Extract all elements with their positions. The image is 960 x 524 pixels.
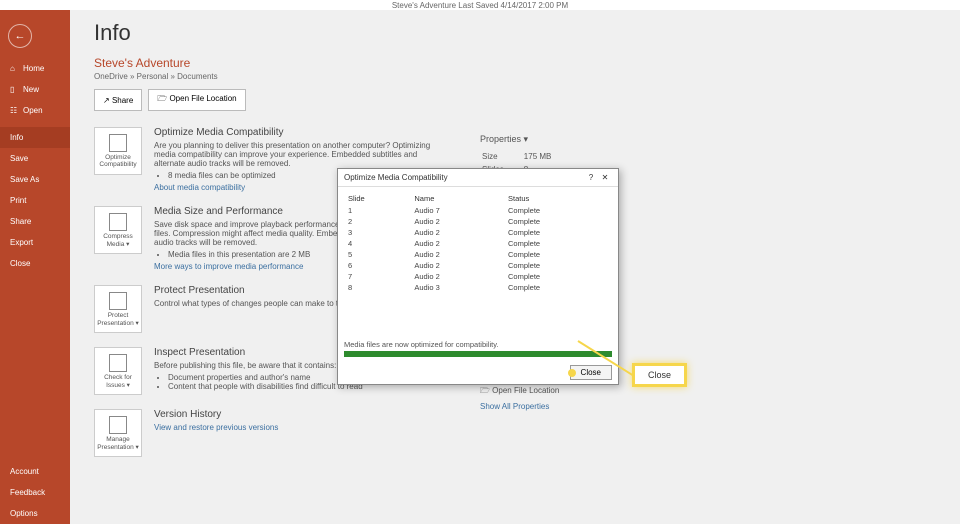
table-row: 2Audio 2Complete bbox=[346, 217, 610, 226]
nav-label: Save bbox=[10, 154, 28, 163]
nav-label: Print bbox=[10, 196, 26, 205]
optimize-dialog: Optimize Media Compatibility ? ✕ Slide N… bbox=[337, 168, 619, 385]
tile-label: Check for Issues ▾ bbox=[97, 374, 139, 389]
label: Share bbox=[112, 96, 133, 105]
history-link[interactable]: View and restore previous versions bbox=[154, 423, 278, 432]
nav-share[interactable]: Share bbox=[0, 211, 70, 232]
back-button[interactable]: ← bbox=[8, 24, 32, 48]
nav-close[interactable]: Close bbox=[0, 253, 70, 274]
col-slide: Slide bbox=[346, 193, 410, 204]
nav-save[interactable]: Save bbox=[0, 148, 70, 169]
nav-label: Feedback bbox=[10, 488, 45, 497]
nav-label: Options bbox=[10, 509, 38, 518]
tile-label: Protect Presentation ▾ bbox=[97, 312, 139, 327]
optimize-heading: Optimize Media Compatibility bbox=[154, 127, 444, 138]
nav-feedback[interactable]: Feedback bbox=[0, 482, 70, 503]
inspect-b1: Document properties and author's name bbox=[168, 373, 363, 382]
nav-account[interactable]: Account bbox=[0, 461, 70, 482]
inspect-b2: Content that people with disabilities fi… bbox=[168, 382, 363, 391]
history-heading: Version History bbox=[154, 409, 278, 420]
properties-heading[interactable]: Properties ▾ bbox=[480, 134, 571, 145]
inspect-tile[interactable]: Check for Issues ▾ bbox=[94, 347, 142, 395]
compress-tile[interactable]: Compress Media ▾ bbox=[94, 206, 142, 254]
nav-new[interactable]: ▯ New bbox=[0, 79, 70, 100]
table-row: 4Audio 2Complete bbox=[346, 239, 610, 248]
nav-info[interactable]: Info bbox=[0, 127, 70, 148]
document-title: Steve's Adventure bbox=[94, 56, 936, 70]
table-row: 3Audio 2Complete bbox=[346, 228, 610, 237]
nav-label: Open bbox=[23, 106, 43, 115]
nav-label: Export bbox=[10, 238, 33, 247]
dialog-status: Media files are now optimized for compat… bbox=[344, 340, 612, 349]
optimize-desc: Are you planning to deliver this present… bbox=[154, 141, 444, 168]
callout-close: Close bbox=[632, 363, 687, 387]
label: Open File Location bbox=[492, 386, 559, 395]
col-name: Name bbox=[412, 193, 504, 204]
compress-icon bbox=[109, 213, 127, 231]
tile-label: Manage Presentation ▾ bbox=[97, 436, 139, 451]
optimize-icon bbox=[109, 134, 127, 152]
dialog-title: Optimize Media Compatibility bbox=[344, 173, 584, 182]
tile-label: Compress Media ▾ bbox=[97, 233, 139, 248]
dialog-help-button[interactable]: ? bbox=[584, 173, 598, 182]
lock-icon bbox=[109, 292, 127, 310]
nav-export[interactable]: Export bbox=[0, 232, 70, 253]
page-title: Info bbox=[94, 20, 936, 46]
table-row: 6Audio 2Complete bbox=[346, 261, 610, 270]
col-status: Status bbox=[506, 193, 610, 204]
optimize-tile[interactable]: Optimize Compatibility bbox=[94, 127, 142, 175]
dialog-table: Slide Name Status 1Audio 7Complete 2Audi… bbox=[344, 191, 612, 294]
title-bar: Steve's Adventure Last Saved 4/14/2017 2… bbox=[0, 0, 960, 10]
manage-icon bbox=[109, 416, 127, 434]
nav-label: New bbox=[23, 85, 39, 94]
media-link[interactable]: More ways to improve media performance bbox=[154, 262, 303, 271]
inspect-desc: Before publishing this file, be aware th… bbox=[154, 361, 363, 370]
tile-label: Optimize Compatibility bbox=[97, 154, 139, 168]
backstage-sidebar: ← ⌂ Home ▯ New ☷ Open Info Save Save As Pri… bbox=[0, 10, 70, 524]
manage-tile[interactable]: Manage Presentation ▾ bbox=[94, 409, 142, 457]
nav-label: Home bbox=[23, 64, 44, 73]
nav-label: Info bbox=[10, 133, 23, 142]
label: Open File Location bbox=[169, 94, 236, 103]
open-icon: ☷ bbox=[10, 106, 19, 115]
new-icon: ▯ bbox=[10, 85, 19, 94]
optimize-link[interactable]: About media compatibility bbox=[154, 183, 245, 192]
table-row: 8Audio 3Complete bbox=[346, 283, 610, 292]
nav-home[interactable]: ⌂ Home bbox=[0, 58, 70, 79]
nav-label: Save As bbox=[10, 175, 39, 184]
show-all-properties[interactable]: Show All Properties bbox=[480, 402, 559, 411]
nav-label: Account bbox=[10, 467, 39, 476]
prop-val: 175 MB bbox=[524, 151, 570, 162]
nav-label: Share bbox=[10, 217, 31, 226]
nav-options[interactable]: Options bbox=[0, 503, 70, 524]
share-button[interactable]: ↗ Share bbox=[94, 89, 142, 111]
nav-open[interactable]: ☷ Open bbox=[0, 100, 70, 121]
progress-bar bbox=[344, 351, 612, 357]
open-location-button[interactable]: 🗁 Open File Location bbox=[148, 89, 245, 111]
home-icon: ⌂ bbox=[10, 64, 19, 73]
inspect-heading: Inspect Presentation bbox=[154, 347, 363, 358]
dialog-close-x[interactable]: ✕ bbox=[598, 173, 612, 182]
highlight-marker bbox=[568, 369, 576, 377]
nav-print[interactable]: Print bbox=[0, 190, 70, 211]
related-open-location[interactable]: 🗁 Open File Location bbox=[480, 385, 559, 399]
table-row: 1Audio 7Complete bbox=[346, 206, 610, 215]
table-row: 7Audio 2Complete bbox=[346, 272, 610, 281]
check-icon bbox=[109, 354, 127, 372]
document-path: OneDrive » Personal » Documents bbox=[94, 72, 936, 81]
nav-label: Close bbox=[10, 259, 30, 268]
prop-key: Size bbox=[482, 151, 522, 162]
table-row: 5Audio 2Complete bbox=[346, 250, 610, 259]
protect-tile[interactable]: Protect Presentation ▾ bbox=[94, 285, 142, 333]
nav-saveas[interactable]: Save As bbox=[0, 169, 70, 190]
